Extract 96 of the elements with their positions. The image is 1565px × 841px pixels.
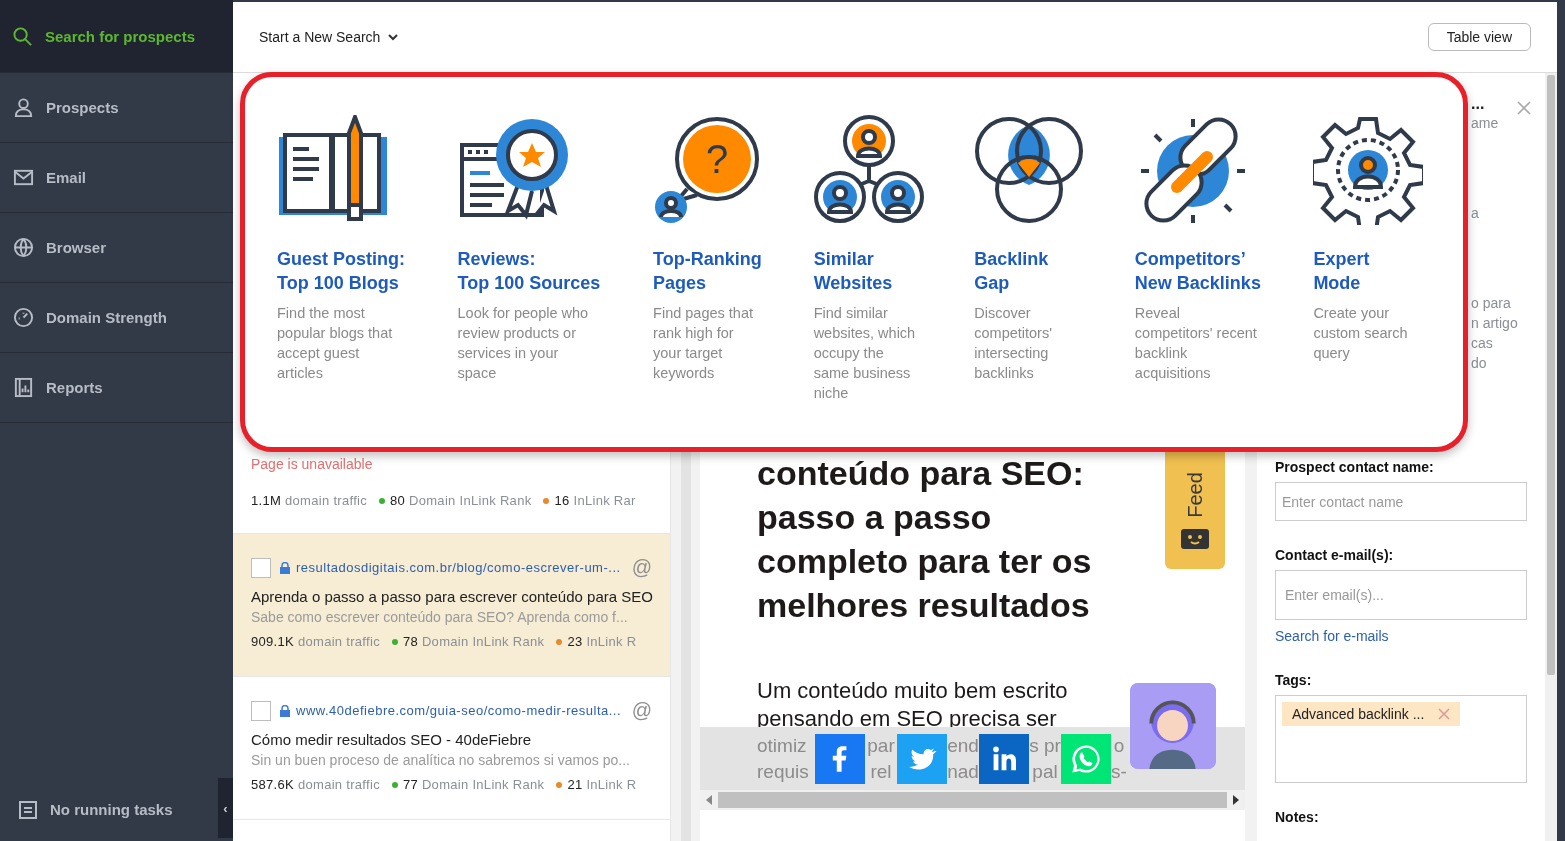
metric-text: 23 InLink R <box>567 634 637 649</box>
envelope-icon <box>13 167 34 188</box>
remove-tag-icon[interactable] <box>1438 708 1451 720</box>
search-type-card[interactable]: Guest Posting: Top 100 Blogs Find the most popular blogs that accept guest articles <box>277 115 458 447</box>
result-snippet: Sabe como escrever conteúdo para SEO? Aprenda como f... <box>251 609 629 625</box>
search-icon <box>12 25 33 47</box>
venn-diagram-icon <box>974 115 1085 225</box>
metric-text: 80 Domain InLink Rank <box>390 493 532 508</box>
support-agent-avatar[interactable] <box>1130 683 1216 769</box>
field-label: Contact e-mail(s): <box>1275 547 1395 563</box>
search-type-card[interactable]: Similar Websites Find similar websites, which occupy the same business niche <box>813 115 975 447</box>
task-list-icon <box>18 799 38 820</box>
result-title: Cómo medir resultados SEO - 40deFiebre <box>251 731 533 748</box>
globe-icon <box>13 237 34 258</box>
panel-paragraph: o para n artigo cas do <box>1471 294 1519 373</box>
close-icon[interactable] <box>1517 101 1531 115</box>
faded-text: o <box>1113 733 1125 758</box>
metric-text: 16 InLink Rar <box>554 493 636 508</box>
card-description: Find pages that rank high for your target keywords <box>653 304 754 383</box>
search-type-card[interactable]: Expert Mode Create your custom search query <box>1313 115 1463 447</box>
bird-share-button[interactable] <box>897 733 947 784</box>
tag-chip[interactable]: Advanced backlink ... <box>1282 702 1461 726</box>
tasks-status: No running tasks <box>50 801 173 818</box>
phone-bubble-icon <box>1070 742 1102 775</box>
scroll-left-icon[interactable] <box>706 795 712 805</box>
card-title: Expert Mode <box>1313 248 1371 295</box>
lock-icon <box>280 561 290 574</box>
person-icon <box>13 97 34 118</box>
result-snippet: Sin un buen proceso de analítica no sabremos si vamos po... <box>251 752 631 768</box>
card-description: Discover competitors' intersecting backlinks <box>974 304 1053 383</box>
card-description: Look for people who review products or services in your space <box>457 304 590 383</box>
new-search-dropdown[interactable]: Start a New Search <box>253 28 405 46</box>
lock-icon <box>280 704 290 717</box>
feedback-tab[interactable]: Feed <box>1165 449 1225 569</box>
card-title: Competitors’ New Backlinks <box>1134 248 1262 295</box>
report-icon <box>13 377 34 398</box>
result-url[interactable]: resultadosdigitais.com.br/blog/como-escrever-um-... <box>296 560 626 575</box>
checkbox[interactable] <box>251 700 271 721</box>
smiley-icon <box>1181 527 1209 549</box>
card-description: Reveal competitors' recent backlink acquisitions <box>1134 304 1258 383</box>
metric-text: 78 Domain InLink Rank <box>402 634 545 649</box>
faded-text: s pr <box>1029 733 1061 758</box>
vertical-scrollbar[interactable] <box>1545 73 1557 841</box>
card-description: Find similar websites, which occupy the same business niche <box>813 304 917 403</box>
result-title: Aprenda o passo a passo para escrever conteúdo para SEO <box>251 588 652 605</box>
tags-field[interactable]: Advanced backlink ... <box>1275 695 1527 783</box>
faded-text: pal <box>1032 759 1058 784</box>
faded-text: nad <box>947 759 979 784</box>
collapse-handle[interactable]: ‹ <box>218 778 233 838</box>
faded-text: otimiz <box>757 733 807 758</box>
metric-text: 587.6K domain traffic <box>251 777 380 792</box>
faded-text: end <box>947 733 979 758</box>
error-message: Page is unavailable <box>250 456 374 472</box>
result-item[interactable] <box>233 534 670 677</box>
metric-text: 21 InLink R <box>567 777 637 792</box>
card-title: Top-Ranking Pages <box>653 248 763 295</box>
scroll-right-icon[interactable] <box>1233 795 1239 805</box>
card-description: Find the most popular blogs that accept guest articles <box>277 304 394 383</box>
field-label: Notes: <box>1275 809 1320 825</box>
search-emails-link[interactable]: Search for e-mails <box>1275 628 1527 644</box>
email-field[interactable]: Enter email(s)... <box>1275 570 1527 620</box>
metric-text: 77 Domain InLink Rank <box>402 777 545 792</box>
article-heading: conteúdo para SEO: passo a passo completo para ter os melhores resultados <box>757 453 1092 626</box>
card-description: Create your custom search query <box>1313 304 1409 363</box>
field-label: Tags: <box>1275 672 1313 688</box>
phone-bubble-share-button[interactable] <box>1061 733 1111 784</box>
card-title: Reviews: Top 100 Sources <box>457 248 602 295</box>
search-type-card[interactable]: Competitors’ New Backlinks Reveal competitors' recent backlink acquisitions <box>1134 115 1314 447</box>
panel-text: a <box>1471 204 1480 223</box>
search-type-card[interactable]: Reviews: Top 100 Sources Look for people who review products or services in your space <box>457 115 654 447</box>
search-type-card[interactable]: Backlink Gap Discover competitors' intersecting backlinks <box>974 115 1135 447</box>
result-url[interactable]: www.40defiebre.com/guia-seo/como-medir-resulta... <box>296 703 626 718</box>
checkbox[interactable] <box>251 557 271 578</box>
card-title: Guest Posting: Top 100 Blogs <box>277 248 406 295</box>
contact-name-field[interactable]: Enter contact name <box>1275 482 1527 521</box>
gear-person-icon <box>1313 115 1424 225</box>
card-title: Backlink Gap <box>974 248 1050 295</box>
field-label: Prospect contact name: <box>1275 459 1435 475</box>
faded-text: s- <box>1111 759 1127 784</box>
email-at-icon[interactable]: @ <box>631 699 652 722</box>
faded-text: rel <box>870 759 892 784</box>
linkedin-share-button[interactable] <box>979 733 1029 784</box>
panel-title: ... <box>1471 95 1485 113</box>
panel-text: ame <box>1471 114 1500 133</box>
metric-text: 1.1M domain traffic <box>251 493 368 508</box>
faded-text: par <box>867 733 895 758</box>
faded-text: requis <box>757 759 809 784</box>
article-paragraph: Um conteúdo muito bem escrito pensando em SEO precisa ser <box>757 677 1068 733</box>
chevron-down-icon <box>388 33 399 41</box>
sidebar-item[interactable]: Search for prospects <box>0 0 233 73</box>
facebook-share-button[interactable] <box>815 733 865 784</box>
gauge-icon <box>13 307 34 328</box>
card-title: Similar Websites <box>813 248 894 295</box>
table-view-button[interactable]: Table view <box>1427 23 1531 51</box>
connected-people-icon <box>813 115 924 225</box>
metric-text: 909.1K domain traffic <box>251 634 380 649</box>
